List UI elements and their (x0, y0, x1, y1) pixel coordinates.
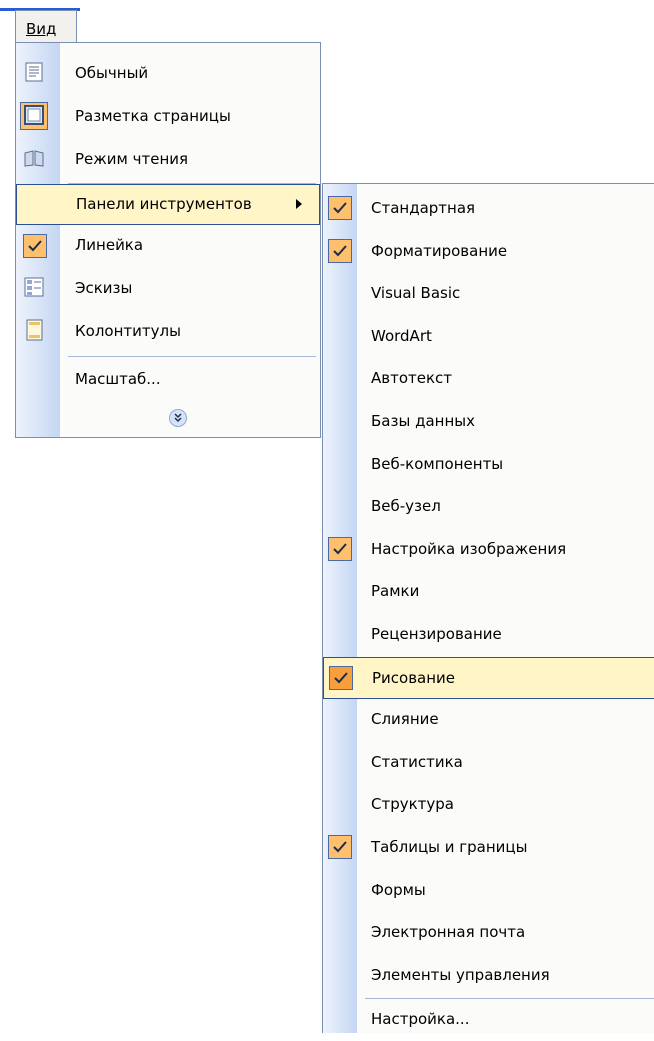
toolbar-menu-item-label: Слияние (371, 710, 439, 729)
view-menu-item-reading-mode[interactable]: Режим чтения (16, 139, 320, 182)
toolbar-menu-item-label: Рамки (371, 582, 420, 601)
toolbar-menu-item-label: Веб-компоненты (371, 454, 504, 473)
toolbar-menu-item[interactable]: Рецензирование (323, 614, 654, 656)
checkmark-icon (328, 196, 352, 220)
toolbar-menu-item[interactable]: Формы (323, 870, 654, 912)
view-menu-item-label: Обычный (75, 64, 149, 82)
toolbar-menu-item[interactable]: Элементы управления (323, 955, 654, 997)
checkmark-icon (328, 536, 352, 561)
toolbar-menu-item-label: Формы (371, 880, 426, 899)
toolbar-menu-item[interactable]: Рамки (323, 571, 654, 613)
toolbar-menu-item-label: Структура (371, 795, 454, 814)
toolbar-menu-item-label: Статистика (371, 752, 463, 771)
view-menu-item-label: Режим чтения (75, 150, 189, 168)
checkmark-icon (328, 835, 352, 859)
toolbars-submenu: Стандартная Форматирование Visual Basic Wor… (322, 183, 654, 1033)
thumbnails-icon (24, 277, 44, 297)
toolbar-menu-item-label: Настройка... (371, 1010, 470, 1029)
view-menu-item-normal[interactable]: Обычный (16, 53, 320, 96)
view-menu-item-thumbnails[interactable]: Эскизы (16, 268, 320, 311)
normal-view-icon (25, 62, 43, 82)
toolbar-menu-item[interactable]: Слияние (323, 699, 654, 741)
view-menu-item-label: Линейка (75, 236, 144, 254)
checkmark-icon (328, 238, 352, 263)
toolbar-menu-item[interactable]: Форматирование (323, 231, 654, 273)
checkmark-icon (23, 234, 47, 258)
view-menu-item-zoom[interactable]: Масштаб... (16, 359, 320, 402)
toolbar-menu-item-label: Рисование (372, 668, 456, 687)
reading-mode-icon (24, 150, 44, 167)
toolbar-menu-item[interactable]: Веб-узел (323, 486, 654, 528)
toolbar-menu-item[interactable]: Рисование (323, 656, 654, 699)
toolbar-menu-item[interactable]: Автотекст (323, 358, 654, 400)
toolbar-menu-item-label: Электронная почта (371, 923, 526, 942)
view-menu-item-ruler[interactable]: Линейка (16, 225, 320, 268)
chevron-double-down-icon[interactable] (169, 409, 187, 427)
view-menu-item-label: Панели инструментов (76, 195, 252, 213)
view-menu-item-label: Эскизы (75, 279, 133, 297)
toolbar-menu-item-label: Базы данных (371, 412, 475, 430)
toolbar-menu-item[interactable]: Веб-компоненты (323, 444, 654, 486)
toolbar-menu-item-label: Стандартная (371, 199, 476, 217)
toolbar-menu-item[interactable]: Стандартная (323, 188, 654, 230)
view-menu-item-page-layout[interactable]: Разметка страницы (16, 96, 320, 139)
toolbar-menu-item-label: Рецензирование (371, 625, 502, 643)
toolbar-menu-item[interactable]: Электронная почта (323, 912, 654, 954)
menu-view[interactable]: Вид (15, 10, 77, 43)
header-footer-icon (26, 319, 43, 341)
toolbar-menu-item[interactable]: Таблицы и границы (323, 827, 654, 869)
toolbar-menu-item-label: WordArt (371, 326, 432, 345)
toolbar-menu-item[interactable]: Структура (323, 784, 654, 826)
toolbar-menu-item[interactable]: WordArt (323, 316, 654, 358)
toolbar-menu-item[interactable]: Статистика (323, 742, 654, 784)
toolbar-menu-item-label: Настройка изображения (371, 539, 567, 558)
menu-view-label: Вид (26, 20, 57, 38)
checkmark-icon (329, 665, 353, 690)
toolbar-menu-item[interactable]: Базы данных (323, 401, 654, 443)
toolbar-menu-item-label: Форматирование (371, 241, 508, 260)
toolbar-menu-item-label: Visual Basic (371, 284, 461, 303)
toolbar-menu-item-label: Веб-узел (371, 497, 441, 516)
toolbar-menu-item[interactable]: Настройка изображения (323, 529, 654, 571)
view-menu-item-label: Колонтитулы (75, 322, 181, 340)
toolbar-menu-item-label: Таблицы и границы (371, 838, 528, 856)
view-menu-item-header-footer[interactable]: Колонтитулы (16, 311, 320, 354)
view-menu: Обычный Разметка страницы Режим чтения П… (15, 42, 321, 438)
page-layout-icon (24, 105, 44, 125)
toolbar-menu-item-label: Элементы управления (371, 965, 550, 984)
view-menu-item-toolbars[interactable]: Панели инструментов (16, 184, 320, 225)
toolbar-menu-item[interactable]: Visual Basic (323, 273, 654, 315)
submenu-arrow-icon (296, 199, 302, 209)
view-menu-item-label: Масштаб... (75, 370, 161, 388)
toolbar-menu-item[interactable]: Настройка... (323, 999, 654, 1041)
toolbar-menu-item-label: Автотекст (371, 369, 453, 388)
view-menu-item-label: Разметка страницы (75, 107, 231, 125)
view-menu-separator (68, 356, 316, 357)
